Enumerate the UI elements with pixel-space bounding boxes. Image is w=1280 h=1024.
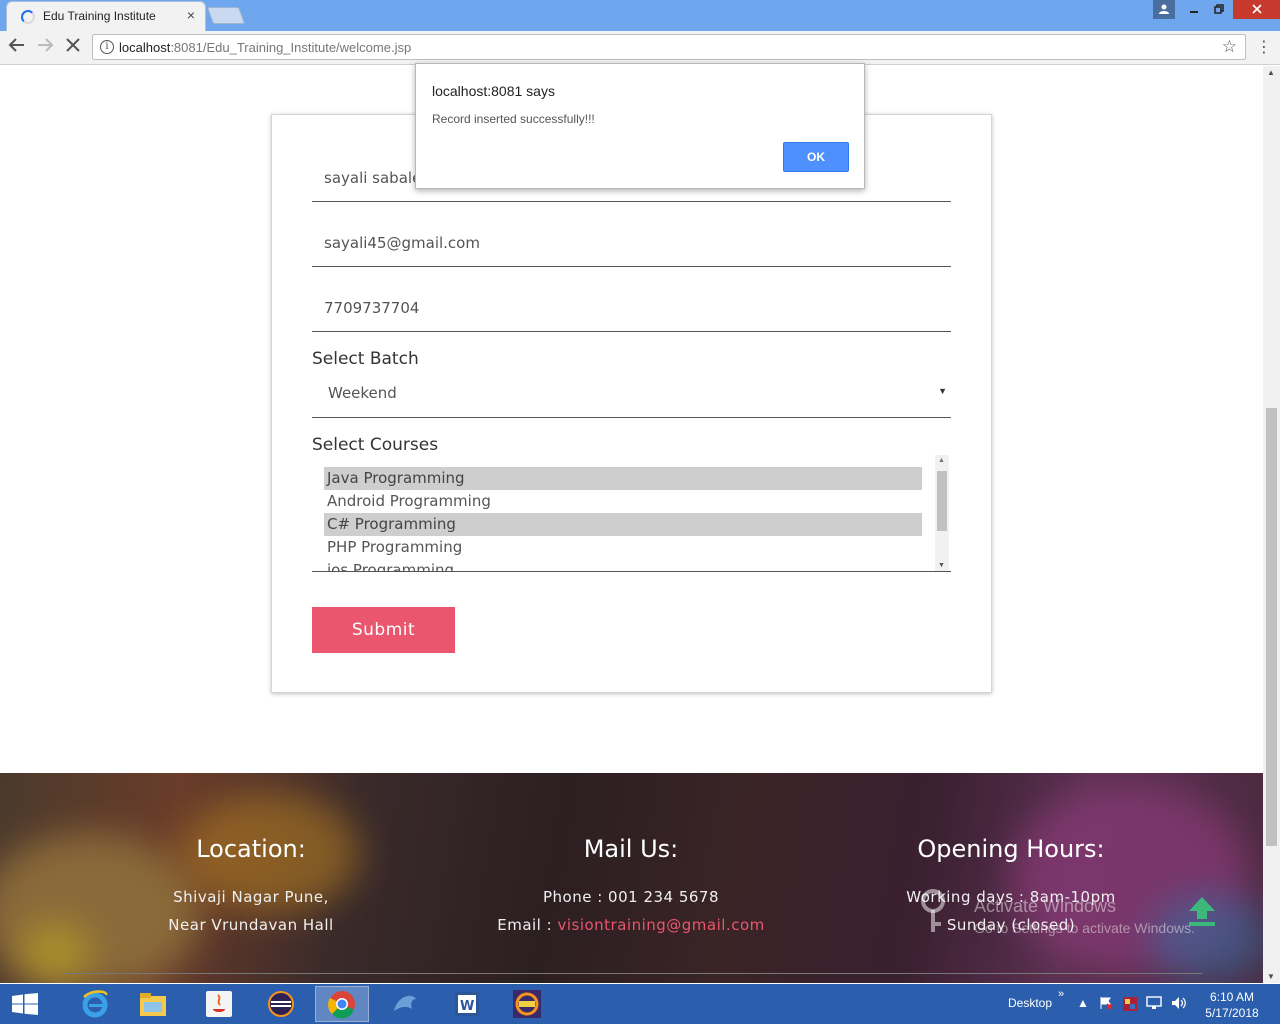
- listbox-scroll-up-icon[interactable]: ▲: [938, 457, 945, 464]
- volume-icon[interactable]: [1171, 996, 1187, 1013]
- listbox-scroll-down-icon[interactable]: ▼: [938, 562, 945, 569]
- batch-selected-value: Weekend: [328, 384, 397, 402]
- hours-heading: Opening Hours:: [917, 835, 1105, 863]
- forward-icon[interactable]: [36, 36, 54, 59]
- course-option-java[interactable]: Java Programming: [324, 467, 922, 490]
- listbox-scrollbar[interactable]: ▲ ▼: [935, 455, 949, 571]
- courses-listbox[interactable]: Java Programming Android Programming C# …: [312, 455, 951, 572]
- file-explorer-icon[interactable]: [126, 986, 180, 1022]
- course-option-android[interactable]: Android Programming: [324, 490, 922, 513]
- footer-divider: [62, 973, 1202, 974]
- desktop-toolbar-chevron[interactable]: »: [1058, 988, 1064, 1000]
- svg-text:W: W: [460, 999, 474, 1014]
- activate-windows-subtitle: Go to Settings to activate Windows.: [974, 920, 1195, 936]
- email-value: sayali45@gmail.com: [324, 234, 480, 252]
- browser-toolbar: i localhost:8081/Edu_Training_Institute/…: [0, 31, 1280, 65]
- batch-select[interactable]: Weekend ▼: [312, 373, 951, 418]
- clock-date: 5/17/2018: [1205, 1006, 1259, 1020]
- activate-windows-title: Activate Windows: [974, 896, 1117, 916]
- new-tab-button[interactable]: [206, 7, 246, 24]
- key-icon: [921, 889, 945, 932]
- desktop-toolbar-label[interactable]: Desktop: [1008, 996, 1052, 1010]
- browser-tab[interactable]: Edu Training Institute ×: [6, 1, 206, 31]
- scrollbar-thumb[interactable]: [1266, 408, 1277, 846]
- alert-ok-button[interactable]: OK: [783, 142, 849, 172]
- mysql-dolphin-icon[interactable]: [378, 986, 432, 1022]
- java-icon[interactable]: [192, 986, 246, 1022]
- system-clock[interactable]: 6:10 AM 5/17/2018: [1200, 989, 1264, 1021]
- chrome-icon[interactable]: [315, 986, 369, 1022]
- name-value: sayali sabale: [324, 169, 422, 187]
- loading-spinner-icon: [21, 10, 35, 24]
- email-field[interactable]: sayali45@gmail.com: [312, 202, 951, 267]
- course-option-csharp[interactable]: C# Programming: [324, 513, 922, 536]
- course-option-ios[interactable]: ios Programming: [324, 559, 922, 571]
- tab-close-icon[interactable]: ×: [187, 7, 195, 23]
- action-center-flag-icon[interactable]: [1099, 996, 1113, 1013]
- alert-title: localhost:8081 says: [432, 83, 555, 99]
- eclipse-icon[interactable]: [254, 986, 308, 1022]
- address-bar[interactable]: i localhost:8081/Edu_Training_Institute/…: [92, 34, 1246, 60]
- courses-label: Select Courses: [312, 435, 439, 455]
- security-tray-icon[interactable]: [1122, 996, 1138, 1015]
- phone-line: Phone : 001 234 5678: [542, 888, 720, 906]
- course-option-php[interactable]: PHP Programming: [324, 536, 922, 559]
- restore-icon[interactable]: [1206, 0, 1232, 19]
- email-line: Email : visiontraining@gmail.com: [431, 916, 831, 934]
- footer-bg-blob: [20, 923, 90, 983]
- scroll-up-icon[interactable]: ▲: [1267, 68, 1275, 77]
- email-link[interactable]: visiontraining@gmail.com: [557, 916, 764, 934]
- url-host: localhost: [119, 40, 171, 55]
- page-scrollbar[interactable]: ▲ ▼: [1263, 66, 1280, 983]
- batch-label: Select Batch: [312, 349, 419, 369]
- java-ee-ide-icon[interactable]: [500, 986, 554, 1022]
- email-prefix: Email :: [497, 916, 558, 934]
- browser-title-bar: Edu Training Institute ×: [0, 0, 1280, 31]
- tray-overflow-icon[interactable]: ▲: [1077, 996, 1089, 1010]
- site-info-icon[interactable]: i: [100, 40, 114, 54]
- listbox-scroll-thumb[interactable]: [937, 471, 947, 531]
- clock-time: 6:10 AM: [1209, 990, 1255, 1004]
- user-profile-icon[interactable]: [1153, 0, 1175, 19]
- internet-explorer-icon[interactable]: [68, 986, 122, 1022]
- minimize-icon[interactable]: [1181, 0, 1207, 19]
- alert-dialog: localhost:8081 says Record inserted succ…: [415, 63, 865, 189]
- url-path: :8081/Edu_Training_Institute/welcome.jsp: [170, 40, 412, 55]
- network-icon[interactable]: [1146, 996, 1162, 1013]
- dropdown-caret-icon: ▼: [938, 386, 947, 396]
- page-footer: Location: Shivaji Nagar Pune, Near Vrund…: [0, 773, 1263, 983]
- mail-heading: Mail Us:: [583, 835, 679, 863]
- browser-menu-icon[interactable]: ⋮: [1256, 37, 1272, 57]
- back-icon[interactable]: [8, 36, 26, 59]
- back-to-top-icon[interactable]: [1185, 895, 1219, 927]
- bookmark-star-icon[interactable]: ☆: [1222, 37, 1237, 57]
- windows-start-icon[interactable]: [12, 993, 38, 1015]
- windows-taskbar: W Desktop » ▲ 6:10 AM 5/17/2018: [0, 984, 1280, 1024]
- phone-field[interactable]: 7709737704: [312, 267, 951, 332]
- location-line-2: Near Vrundavan Hall: [168, 916, 334, 934]
- stop-loading-icon[interactable]: [64, 36, 82, 59]
- registration-form-card: sayali sabale sayali45@gmail.com 7709737…: [271, 114, 992, 693]
- location-heading: Location:: [196, 835, 306, 863]
- submit-button[interactable]: Submit: [312, 607, 455, 653]
- url-text[interactable]: localhost:8081/Edu_Training_Institute/we…: [119, 40, 411, 55]
- tab-title: Edu Training Institute: [43, 9, 156, 23]
- phone-value: 7709737704: [324, 299, 420, 317]
- alert-message: Record inserted successfully!!!: [432, 112, 595, 126]
- window-close-icon[interactable]: [1233, 0, 1280, 19]
- scroll-down-icon[interactable]: ▼: [1267, 972, 1275, 981]
- location-line-1: Shivaji Nagar Pune,: [173, 888, 329, 906]
- word-icon[interactable]: W: [440, 986, 494, 1022]
